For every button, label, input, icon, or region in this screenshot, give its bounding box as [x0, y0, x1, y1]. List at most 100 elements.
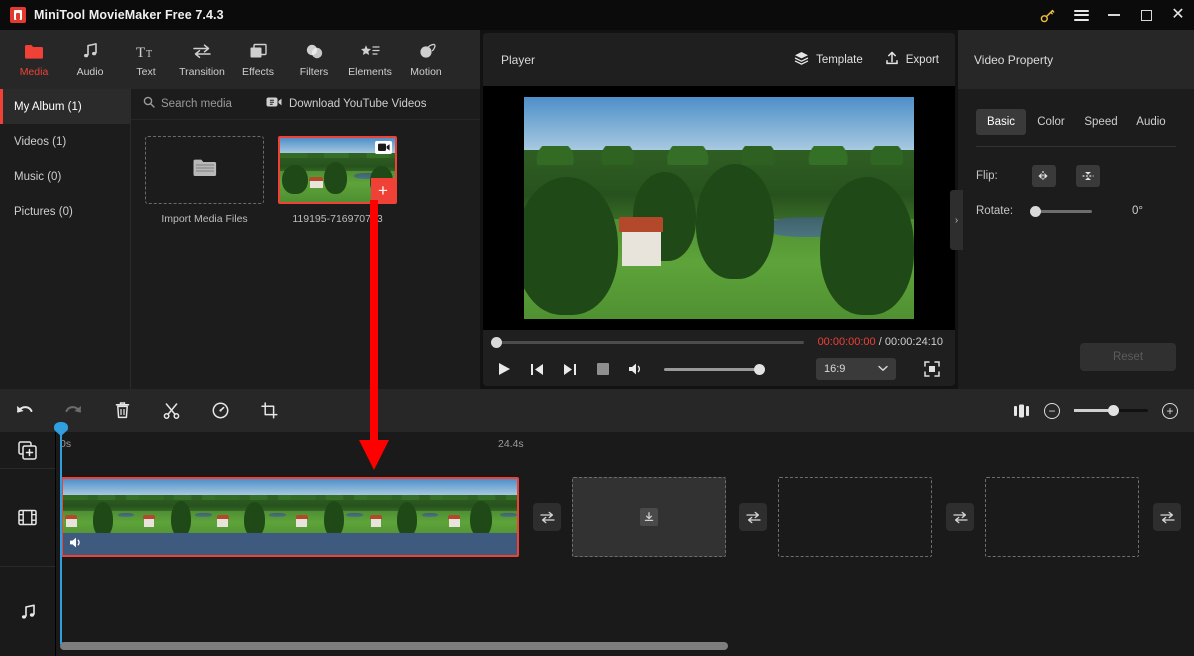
- fit-to-screen-button[interactable]: [1013, 389, 1030, 432]
- player-title: Player: [501, 52, 536, 67]
- minus-icon: −: [1048, 403, 1056, 418]
- nav-tab-elements[interactable]: Elements: [342, 30, 398, 89]
- player-button-row: 16:9: [483, 354, 955, 384]
- zoom-handle[interactable]: [1108, 405, 1120, 416]
- transition-button-4[interactable]: [1153, 503, 1181, 531]
- video-track-header[interactable]: [0, 468, 55, 566]
- search-icon: [143, 95, 155, 113]
- album-item-my-album[interactable]: My Album (1): [0, 89, 130, 124]
- music-note-icon: [81, 42, 99, 61]
- download-youtube-button[interactable]: Download YouTube Videos: [266, 95, 426, 113]
- nav-tab-effects[interactable]: Effects: [230, 30, 286, 89]
- plus-icon: +: [378, 180, 388, 200]
- collapse-panel-button[interactable]: ›: [950, 190, 963, 250]
- preview-video[interactable]: [524, 97, 914, 319]
- minimize-button[interactable]: [1098, 0, 1130, 30]
- add-to-timeline-button[interactable]: +: [371, 178, 395, 202]
- album-item-videos[interactable]: Videos (1): [0, 124, 130, 159]
- seek-handle[interactable]: [491, 336, 502, 348]
- delete-button[interactable]: [98, 389, 147, 432]
- close-button[interactable]: ✕: [1162, 0, 1194, 30]
- tab-speed[interactable]: Speed: [1076, 109, 1126, 135]
- video-track: [56, 477, 1194, 561]
- zoom-out-button[interactable]: −: [1044, 402, 1060, 419]
- key-icon[interactable]: [1030, 0, 1064, 30]
- nav-tab-motion[interactable]: Motion: [398, 30, 454, 89]
- timeline-clip[interactable]: [61, 477, 519, 557]
- tab-color[interactable]: Color: [1026, 109, 1076, 135]
- seek-row: 00:00:00:00 / 00:00:24:10: [483, 330, 955, 354]
- previous-frame-button[interactable]: [528, 360, 546, 378]
- timeline-ruler[interactable]: 0s 24.4s: [56, 432, 1194, 463]
- nav-tab-audio[interactable]: Audio: [62, 30, 118, 89]
- nav-tab-text[interactable]: TT Text: [118, 30, 174, 89]
- media-content: Search media Download YouTube Videos Imp…: [131, 89, 480, 389]
- flip-vertical-button[interactable]: [1076, 165, 1100, 187]
- transition-button-2[interactable]: [739, 503, 767, 531]
- audio-track[interactable]: [56, 573, 1194, 653]
- stop-button[interactable]: [594, 360, 612, 378]
- hamburger-menu-icon[interactable]: [1064, 0, 1098, 30]
- placeholder-slot-3[interactable]: [985, 477, 1139, 557]
- play-button[interactable]: [495, 360, 513, 378]
- maximize-button[interactable]: [1130, 0, 1162, 30]
- zoom-controls: − +: [1013, 389, 1194, 432]
- add-media-track-button[interactable]: [0, 432, 55, 468]
- export-button[interactable]: Export: [885, 51, 939, 68]
- rotate-slider[interactable]: [1030, 205, 1092, 217]
- nav-tab-transition[interactable]: Transition: [174, 30, 230, 89]
- current-time: 00:00:00:00: [817, 336, 876, 348]
- placeholder-slot-2[interactable]: [778, 477, 932, 557]
- placeholder-slot-1[interactable]: [572, 477, 726, 557]
- tab-audio[interactable]: Audio: [1126, 109, 1176, 135]
- volume-handle[interactable]: [754, 363, 765, 375]
- rotate-handle[interactable]: [1030, 205, 1041, 217]
- title-bar: MiniTool MovieMaker Free 7.4.3 ✕: [0, 0, 1194, 30]
- reset-button[interactable]: Reset: [1080, 343, 1176, 371]
- volume-button[interactable]: [627, 360, 645, 378]
- nav-label: Motion: [410, 65, 442, 78]
- next-frame-button[interactable]: [561, 360, 579, 378]
- album-label: Pictures (0): [14, 205, 73, 218]
- split-button[interactable]: [147, 389, 196, 432]
- undo-button[interactable]: [0, 389, 49, 432]
- nav-tab-filters[interactable]: Filters: [286, 30, 342, 89]
- rotate-label: Rotate:: [976, 205, 1014, 217]
- crop-button[interactable]: [245, 389, 294, 432]
- audio-track-header[interactable]: [0, 566, 55, 656]
- flip-horizontal-button[interactable]: [1032, 165, 1056, 187]
- fullscreen-button[interactable]: [921, 358, 943, 380]
- divider: [976, 146, 1176, 147]
- album-item-pictures[interactable]: Pictures (0): [0, 194, 130, 229]
- video-type-badge: [375, 141, 392, 154]
- import-media-slot[interactable]: Import Media Files: [145, 136, 264, 225]
- clip-filmstrip: [63, 479, 517, 537]
- media-panel: My Album (1) Videos (1) Music (0) Pictur…: [0, 89, 480, 389]
- folder-icon: [24, 42, 44, 61]
- reset-label: Reset: [1112, 351, 1144, 363]
- nav-tab-media[interactable]: Media: [6, 30, 62, 89]
- album-item-music[interactable]: Music (0): [0, 159, 130, 194]
- speed-button[interactable]: [196, 389, 245, 432]
- zoom-in-button[interactable]: +: [1162, 402, 1178, 419]
- speaker-icon[interactable]: [69, 536, 83, 554]
- transition-button-3[interactable]: [946, 503, 974, 531]
- zoom-slider[interactable]: [1074, 405, 1148, 416]
- timeline-scrollbar[interactable]: [56, 642, 1194, 650]
- aspect-ratio-value: 16:9: [824, 363, 846, 375]
- playhead[interactable]: [54, 422, 68, 644]
- seek-slider[interactable]: [491, 336, 804, 348]
- aspect-ratio-select[interactable]: 16:9: [816, 358, 896, 380]
- text-icon: TT: [136, 42, 156, 61]
- album-list: My Album (1) Videos (1) Music (0) Pictur…: [0, 89, 131, 389]
- template-button[interactable]: Template: [794, 51, 863, 68]
- nav-label: Transition: [179, 65, 225, 78]
- search-input[interactable]: Search media: [143, 95, 232, 113]
- tab-basic[interactable]: Basic: [976, 109, 1026, 135]
- import-dropzone[interactable]: [145, 136, 264, 204]
- media-thumbnail[interactable]: +: [278, 136, 397, 204]
- rotate-value: 0°: [1132, 205, 1143, 217]
- scrollbar-thumb[interactable]: [60, 642, 728, 650]
- transition-button-1[interactable]: [533, 503, 561, 531]
- volume-slider[interactable]: [664, 363, 765, 375]
